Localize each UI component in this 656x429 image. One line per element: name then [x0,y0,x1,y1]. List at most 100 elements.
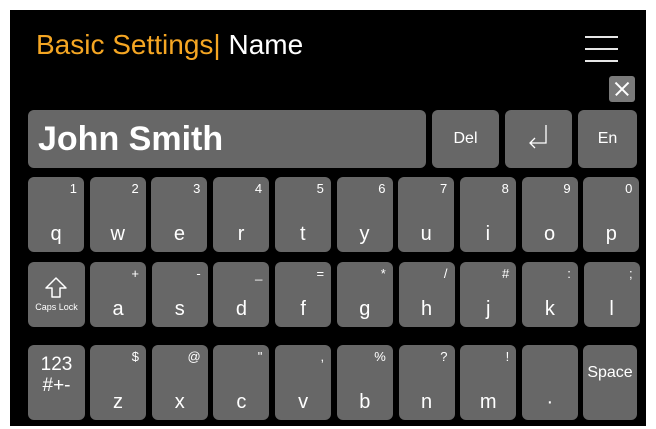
key-primary-char: g [359,298,371,320]
key-primary-char: j [485,298,491,320]
key-primary-char: q [50,223,62,245]
language-label: En [597,130,618,147]
key-secondary-char: ; [628,266,633,281]
key-primary-char: u [420,223,432,245]
key-secondary-char: 9 [563,181,571,196]
key-primary-char: f [300,298,306,320]
caps-lock-button[interactable]: Caps Lock [28,262,85,327]
key-row3-7[interactable]: · [521,345,578,420]
key-primary-char: d [235,298,247,320]
key-row2-8[interactable]: ; l [583,262,640,327]
key-primary-char: w [110,223,125,245]
key-row3-0[interactable]: $ z [90,345,146,420]
key-row3-2[interactable]: " c [213,345,270,420]
key-row3-3[interactable]: ,v [275,345,332,420]
key-primary-char: m [479,391,497,413]
key-primary-char: k [544,298,555,320]
key-row1-1[interactable]: 2w [89,177,146,252]
key-primary-char: r [237,223,245,245]
key-secondary-char: ! [505,349,510,364]
close-icon[interactable] [609,76,635,102]
key-secondary-char: - [196,266,201,281]
key-secondary-char: # [501,266,510,281]
numeric-mode-button[interactable]: 123 #+- [28,345,85,420]
key-row2-3[interactable]: = f [275,262,332,327]
key-secondary-char: $ [131,349,139,364]
key-secondary-char: : [567,266,571,281]
key-secondary-char: 4 [254,181,263,196]
key-secondary-char: @ [187,349,201,364]
key-row2-6[interactable]: # j [460,262,517,327]
key-secondary-char: * [380,266,386,281]
key-row1-0[interactable]: 1q [28,177,84,252]
key-primary-char: a [112,298,124,320]
key-row2-0[interactable]: + a [90,262,146,327]
key-secondary-char: 8 [501,181,509,196]
key-primary-char: s [174,298,185,320]
key-secondary-char: 1 [69,181,77,196]
key-secondary-char: + [131,266,139,281]
key-primary-char: b [359,391,371,413]
key-row2-4[interactable]: * g [336,262,393,327]
key-row1-5[interactable]: 6y [336,177,393,252]
hamburger-menu-icon[interactable] [585,35,619,65]
key-row2-5[interactable]: / h [398,262,455,327]
key-secondary-char: 6 [378,181,386,196]
delete-button[interactable]: Del [432,110,499,168]
enter-button[interactable] [505,110,572,168]
key-secondary-char: " [257,349,263,364]
key-secondary-char: _ [255,266,263,281]
key-row1-4[interactable]: 5t [274,177,331,252]
key-primary-char: n [420,391,433,413]
shift-arrow-icon [45,277,67,298]
key-row1-6[interactable]: 7u [398,177,455,252]
name-input[interactable]: John Smith [28,110,426,168]
key-primary-char: l [609,298,614,320]
key-secondary-char: ? [440,349,448,364]
space-button[interactable]: Space [583,345,637,420]
key-primary-char: i [485,223,491,245]
delete-label: Del [453,130,478,147]
space-label: Space [587,364,633,381]
page-title: Name [228,29,304,60]
header-title: Basic Settings| Name [36,25,303,65]
key-row2-7[interactable]: :k [521,262,578,327]
key-secondary-char: 2 [131,181,139,196]
key-primary-char: c [236,391,247,413]
key-row1-9[interactable]: 0p [583,177,640,252]
key-secondary-char: / [443,266,448,281]
key-primary-char: o [544,223,556,245]
key-row3-1[interactable]: @ x [151,345,208,420]
key-secondary-char: 7 [439,181,448,196]
key-primary-char: p [605,223,617,245]
key-primary-char: t [300,223,306,245]
key-row2-2[interactable]: _ d [213,262,270,327]
key-primary-char: v [298,391,309,413]
key-primary-char: · [546,391,554,413]
key-primary-char: x [174,391,185,413]
key-secondary-char: 0 [625,181,633,196]
key-primary-char: e [173,223,185,245]
caps-lock-label: Caps Lock [35,302,78,312]
enter-return-icon [529,125,547,149]
key-secondary-char: % [374,349,386,364]
title-separator: | [213,29,221,60]
key-row2-1[interactable]: -s [151,262,208,327]
key-row3-4[interactable]: % b [336,345,393,420]
key-secondary-char: , [320,349,325,364]
numeric-label-line2: #+- [42,375,71,396]
key-row3-6[interactable]: ! m [460,345,517,420]
key-primary-char: z [113,391,123,413]
key-primary-char: h [420,298,433,320]
key-row1-8[interactable]: 9o [521,177,578,252]
key-row1-2[interactable]: 3e [151,177,208,252]
language-button[interactable]: En [578,110,637,168]
key-row1-3[interactable]: 4r [213,177,270,252]
key-primary-char: y [359,223,370,245]
key-row1-7[interactable]: 8i [459,177,516,252]
key-secondary-char: 5 [316,181,324,196]
key-row3-5[interactable]: ? n [398,345,455,420]
section-title: Basic Settings [36,29,214,60]
key-secondary-char: = [316,266,325,281]
key-secondary-char: 3 [193,181,201,196]
